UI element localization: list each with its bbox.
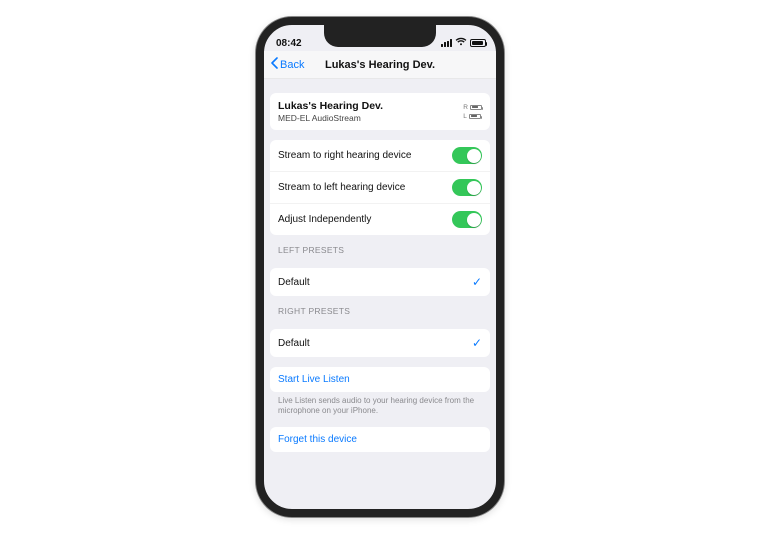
- left-battery-icon: [469, 114, 481, 119]
- battery-column: R L: [463, 104, 482, 120]
- device-title: Lukas's Hearing Dev.: [278, 100, 383, 112]
- stream-right-toggle[interactable]: [452, 147, 482, 164]
- chevron-left-icon: [270, 57, 278, 72]
- checkmark-icon: ✓: [472, 336, 482, 350]
- battery-icon: [470, 39, 486, 47]
- adjust-independently-label: Adjust Independently: [278, 214, 371, 225]
- device-subtitle: MED-EL AudioStream: [278, 113, 383, 123]
- checkmark-icon: ✓: [472, 275, 482, 289]
- stream-left-toggle[interactable]: [452, 179, 482, 196]
- navigation-bar: Back Lukas's Hearing Dev.: [264, 51, 496, 79]
- left-preset-default[interactable]: Default ✓: [270, 268, 490, 296]
- right-ear-label: R: [463, 104, 468, 111]
- left-preset-label: Default: [278, 277, 310, 288]
- page-title: Lukas's Hearing Dev.: [325, 59, 435, 71]
- wifi-icon: [455, 37, 467, 49]
- right-preset-label: Default: [278, 338, 310, 349]
- phone-frame: 08:42 Back Lukas's Hearing Dev. Lukas's …: [256, 17, 504, 517]
- notch: [324, 25, 436, 47]
- status-time: 08:42: [276, 38, 302, 49]
- right-battery-icon: [470, 105, 482, 110]
- adjust-independently-toggle[interactable]: [452, 211, 482, 228]
- live-listen-note: Live Listen sends audio to your hearing …: [270, 392, 490, 417]
- stream-right-label: Stream to right hearing device: [278, 150, 411, 161]
- stream-left-label: Stream to left hearing device: [278, 182, 405, 193]
- status-right-cluster: [441, 37, 486, 49]
- forget-device-button[interactable]: Forget this device: [270, 427, 490, 452]
- stream-right-row: Stream to right hearing device: [270, 140, 490, 171]
- content-area: Lukas's Hearing Dev. MED-EL AudioStream …: [264, 79, 496, 452]
- cellular-signal-icon: [441, 39, 452, 47]
- stream-left-row: Stream to left hearing device: [270, 171, 490, 203]
- start-live-listen-button[interactable]: Start Live Listen: [270, 367, 490, 392]
- device-header-cell[interactable]: Lukas's Hearing Dev. MED-EL AudioStream …: [270, 93, 490, 130]
- left-presets-header: LEFT PRESETS: [270, 235, 490, 258]
- start-live-listen-label: Start Live Listen: [278, 374, 350, 385]
- forget-device-label: Forget this device: [278, 434, 357, 445]
- left-ear-label: L: [463, 113, 467, 120]
- back-button[interactable]: Back: [270, 51, 304, 78]
- back-label: Back: [280, 59, 304, 71]
- right-preset-default[interactable]: Default ✓: [270, 329, 490, 357]
- adjust-independently-row: Adjust Independently: [270, 203, 490, 235]
- right-presets-header: RIGHT PRESETS: [270, 296, 490, 319]
